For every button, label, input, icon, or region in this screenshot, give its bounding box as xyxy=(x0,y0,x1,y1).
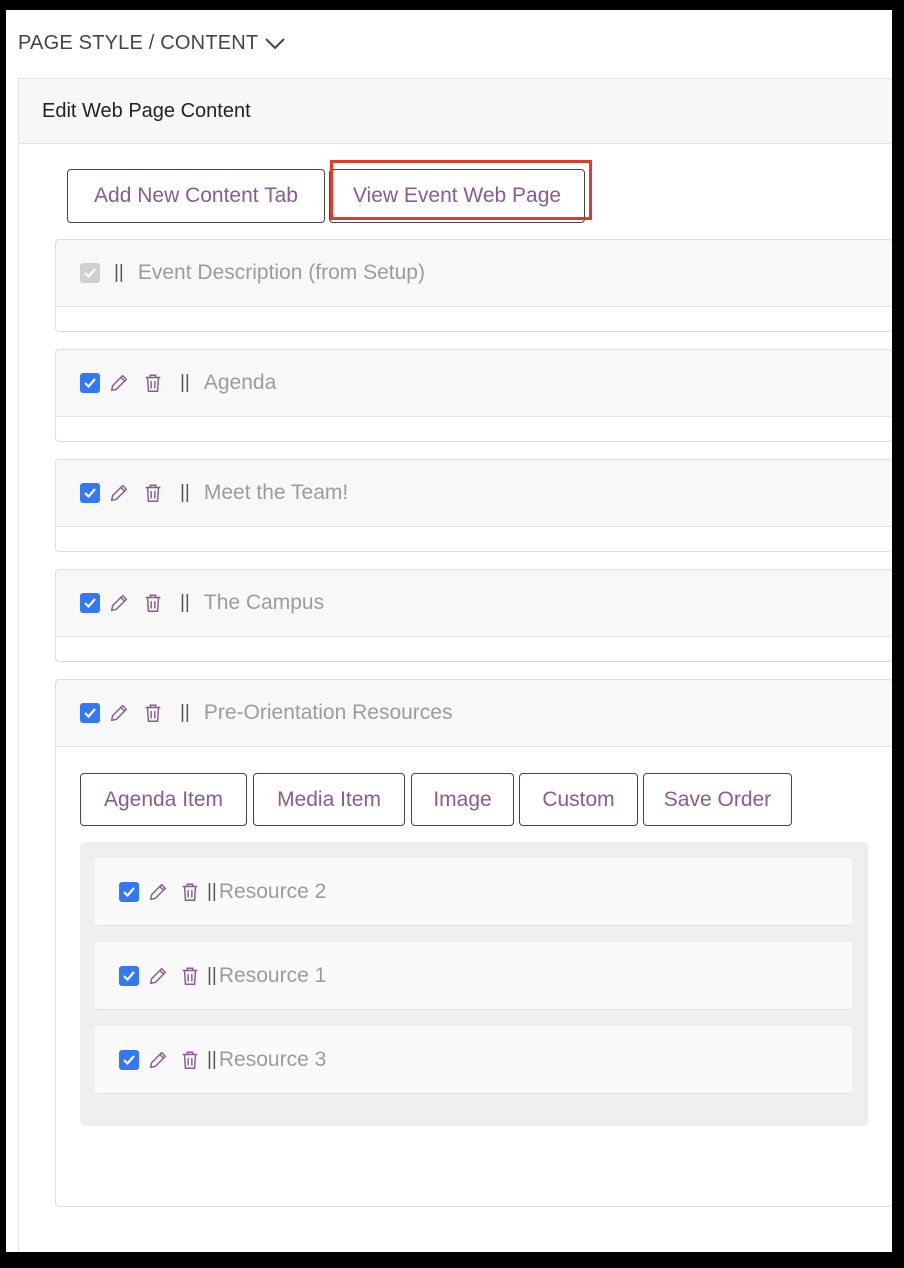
agenda-item-button[interactable]: Agenda Item xyxy=(80,773,247,826)
pencil-icon[interactable] xyxy=(147,880,169,904)
trash-icon[interactable] xyxy=(142,591,164,615)
drag-handle-icon[interactable]: || xyxy=(207,965,217,987)
add-content-tab-button[interactable]: Add New Content Tab xyxy=(67,169,325,223)
tab-title: Event Description (from Setup) xyxy=(137,261,425,284)
checkbox-icon[interactable] xyxy=(119,1049,139,1070)
pencil-icon[interactable] xyxy=(108,481,130,505)
checkbox-icon[interactable] xyxy=(80,593,100,613)
pencil-icon[interactable] xyxy=(108,701,130,725)
tab-title: Agenda xyxy=(203,371,277,394)
tab-header: || Event Description (from Setup) xyxy=(56,240,892,307)
section-title: PAGE STYLE / CONTENT xyxy=(18,32,259,54)
resource-title: Resource 2 xyxy=(218,879,327,903)
edit-content-panel: Edit Web Page Content Add New Content Ta… xyxy=(18,78,892,1252)
app-frame: PAGE STYLE / CONTENT Edit Web Page Conte… xyxy=(6,10,892,1252)
trash-icon[interactable] xyxy=(142,481,164,505)
checkbox-icon[interactable] xyxy=(80,703,100,723)
tab-title: The Campus xyxy=(203,591,325,614)
tab-title: Meet the Team! xyxy=(203,481,349,504)
save-order-button[interactable]: Save Order xyxy=(643,773,792,826)
checkbox-icon[interactable] xyxy=(80,483,100,503)
checkbox-icon xyxy=(80,263,100,283)
content-tab-pre-orientation-resources: || Pre-Orientation Resources Agenda Item… xyxy=(55,679,892,1207)
checkbox-icon[interactable] xyxy=(119,881,139,902)
drag-handle-icon[interactable]: || xyxy=(114,262,124,284)
content-tab-meet-the-team: || Meet the Team! xyxy=(55,459,892,552)
pencil-icon[interactable] xyxy=(108,591,130,615)
content-tab-agenda: || Agenda xyxy=(55,349,892,442)
panel-title: Edit Web Page Content xyxy=(42,99,251,122)
checkbox-icon[interactable] xyxy=(80,373,100,393)
tab-header: || The Campus xyxy=(56,570,892,637)
highlight-box xyxy=(330,160,592,220)
section-toggle[interactable]: PAGE STYLE / CONTENT xyxy=(18,32,286,55)
checkbox-icon[interactable] xyxy=(119,965,139,986)
trash-icon[interactable] xyxy=(142,701,164,725)
tab-header: || Pre-Orientation Resources xyxy=(56,680,892,747)
drag-handle-icon[interactable]: || xyxy=(207,1049,217,1071)
content-tab-event-description: || Event Description (from Setup) xyxy=(55,239,892,332)
pencil-icon[interactable] xyxy=(147,1048,169,1072)
panel-header: Edit Web Page Content xyxy=(19,79,892,144)
tab-title: Pre-Orientation Resources xyxy=(203,701,453,724)
pencil-icon[interactable] xyxy=(147,964,169,988)
drag-handle-icon[interactable]: || xyxy=(207,881,217,903)
media-item-button[interactable]: Media Item xyxy=(253,773,405,826)
chevron-down-icon xyxy=(265,37,286,49)
trash-icon[interactable] xyxy=(179,880,201,904)
trash-icon[interactable] xyxy=(142,371,164,395)
content-tab-the-campus: || The Campus xyxy=(55,569,892,662)
resource-title: Resource 3 xyxy=(218,1047,327,1071)
drag-handle-icon[interactable]: || xyxy=(180,702,190,724)
list-item: || Resource 3 xyxy=(95,1026,852,1094)
tab-header: || Meet the Team! xyxy=(56,460,892,527)
tab-header: || Agenda xyxy=(56,350,892,417)
resource-title: Resource 1 xyxy=(218,963,327,987)
list-item: || Resource 1 xyxy=(95,942,852,1010)
custom-button[interactable]: Custom xyxy=(519,773,638,826)
drag-handle-icon[interactable]: || xyxy=(180,372,190,394)
pencil-icon[interactable] xyxy=(108,371,130,395)
trash-icon[interactable] xyxy=(179,964,201,988)
resource-list: || Resource 2 || Resource 1 || Resource … xyxy=(80,842,868,1126)
image-button[interactable]: Image xyxy=(411,773,514,826)
list-item: || Resource 2 xyxy=(95,858,852,926)
drag-handle-icon[interactable]: || xyxy=(180,592,190,614)
trash-icon[interactable] xyxy=(179,1048,201,1072)
drag-handle-icon[interactable]: || xyxy=(180,482,190,504)
